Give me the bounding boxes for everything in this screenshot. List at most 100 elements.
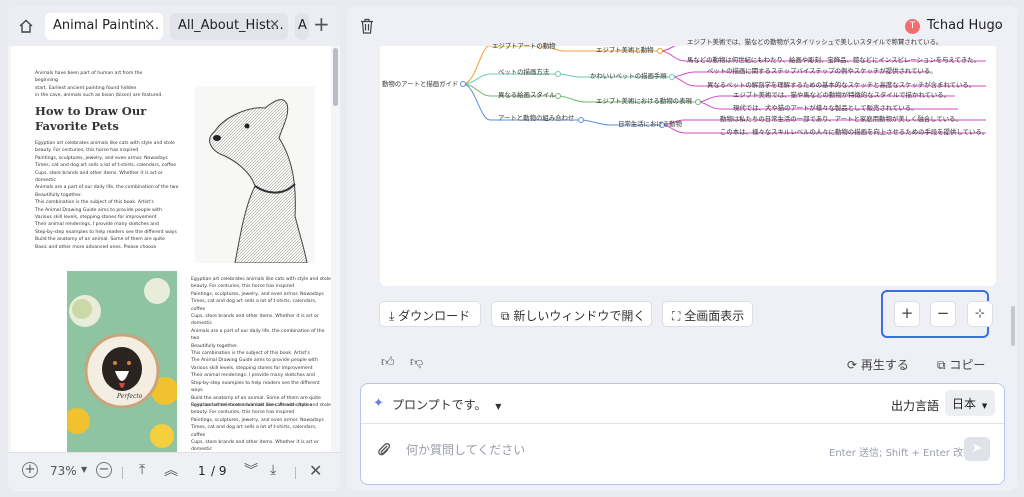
trash-icon[interactable]	[360, 18, 374, 34]
mind-map-leaf: 動物は私たちの日常生活の一部であり、アートと家庭用動物が美しく融合している。	[720, 115, 962, 123]
home-icon[interactable]	[18, 18, 34, 34]
tab-overflow[interactable]: A	[295, 13, 309, 40]
text-line: Basic and other more advanced ones. Plea…	[35, 244, 157, 250]
text-line: Various skill levels, stepping stones fo…	[35, 215, 157, 221]
tab-label: All_About_Hist…	[178, 18, 284, 33]
text-line: beauty. For centuries, this horse has in…	[191, 284, 295, 290]
text-line: Cups, store brands and other items. Whet…	[191, 314, 319, 327]
pdf-viewer-pane: Animal Paintin… × All_About_Hist… × A + …	[8, 6, 340, 491]
text-line: Paintings, sculptures, jewelry, and even…	[191, 417, 324, 423]
page-total: / 9	[211, 464, 227, 478]
zoom-out-button[interactable]: −	[930, 301, 956, 327]
text-line: beauty. For centuries, this horse has in…	[35, 148, 139, 154]
text-line: This combination is the subject of this …	[191, 351, 310, 357]
embroidery-text: Perfecto	[117, 393, 143, 400]
dog-sketch-image	[195, 86, 315, 263]
prompt-label: プロンプトです。	[392, 398, 487, 412]
caret-down-icon: ▼	[981, 402, 988, 410]
tab-bar: Animal Paintin… × All_About_Hist… × A +	[8, 6, 340, 46]
mind-map-node: アートと動物の組み合わせ	[498, 114, 575, 122]
open-new-window-button[interactable]: ⧉ 新しいウィンドウで開く	[491, 301, 652, 327]
thumbs-down-icon[interactable]: 👎︎	[410, 355, 423, 370]
mind-map-leaf: ペットの描画に関するステップバイステップの例やスケッチが提供されている。	[707, 67, 937, 75]
fit-view-icon[interactable]: ⊹	[967, 301, 993, 327]
mind-map-node: エジプトアートの動物	[492, 42, 556, 50]
text-line: The Animal Drawing Guide aims to provide…	[35, 207, 162, 213]
fullscreen-button[interactable]: ⛶ 全画面表示	[662, 301, 753, 327]
mind-map-node: 異なる絵画スタイル	[498, 91, 556, 99]
input-divider	[361, 423, 1004, 424]
tab-all-about-history[interactable]: All_About_Hist… ×	[170, 13, 288, 40]
mind-map-node: ペットの描画方法	[498, 68, 550, 76]
text-line: Animals are a part of our daily life, th…	[35, 185, 179, 191]
language-select[interactable]: 日本 ▼	[945, 390, 995, 416]
mind-map-leaf: 現代では、犬や猫のアートが様々な製品として販売されている。	[733, 104, 918, 112]
prompt-selector[interactable]: プロンプトです。 ▼	[392, 396, 501, 413]
download-icon: ⤓	[389, 309, 395, 323]
next-page-icon[interactable]: ︾	[244, 460, 258, 480]
body-paragraph: Egyptian art celebrates animals like cat…	[35, 140, 185, 251]
text-line: The Animal Drawing Guide aims to provide…	[191, 358, 318, 364]
add-tab-button[interactable]: +	[313, 12, 330, 36]
mind-map-leaf: 異なるペットの解剖学を理解するための基本的なスケッチと高度なスケッチが含まれてい…	[707, 81, 976, 89]
output-language-label: 出力言語	[891, 399, 940, 413]
external-link-icon: ⧉	[501, 309, 510, 323]
chevron-down-icon[interactable]: ▼	[81, 465, 87, 474]
zoom-in-icon[interactable]: +	[22, 462, 38, 478]
text-line: Paintings, sculptures, jewelry, and even…	[191, 291, 324, 297]
regenerate-label: 再生する	[860, 358, 909, 372]
mind-map-leaf: この本は、様々なスキルレベルの人々に動物の描画を向上させるための手段を提供してい…	[720, 128, 989, 136]
text-line: beauty. For centuries, this horse has in…	[191, 410, 295, 416]
download-button[interactable]: ⤓ ダウンロード	[379, 301, 481, 327]
text-line: Beautifully together.	[35, 192, 82, 198]
copy-icon: ⧉	[937, 358, 946, 372]
close-icon[interactable]: ×	[144, 17, 155, 32]
avatar: T	[905, 19, 920, 34]
zoom-out-icon[interactable]: −	[96, 462, 112, 478]
mind-map-node: エジプト美術における動物の表現	[596, 97, 692, 105]
sparkle-icon: ✦	[373, 396, 384, 411]
body-paragraph: Egyptian art celebrates animals like cat…	[191, 402, 331, 454]
embroidery-dog-image: Perfecto	[67, 271, 177, 454]
attachment-icon[interactable]	[377, 441, 391, 461]
thumbs-up-icon[interactable]: 👍︎	[381, 355, 395, 370]
map-zoom-controls: + − ⊹	[881, 290, 993, 338]
tab-animal-painting[interactable]: Animal Paintin… ×	[45, 13, 163, 40]
regenerate-button[interactable]: ⟳ 再生する	[847, 356, 909, 373]
question-input[interactable]: 何か質問してください	[406, 441, 525, 458]
close-icon[interactable]: ✕	[309, 461, 322, 480]
send-button[interactable]: ➤	[964, 437, 990, 461]
mind-map-leaf: 馬などの動物は何世紀にもわたり、絵画や彫刻、宝飾品、鎧などにインスピレーションを…	[687, 56, 980, 64]
text-line: Times, cat and dog art sells a lot of t-…	[191, 425, 317, 438]
zoom-in-button[interactable]: +	[894, 301, 920, 327]
open-new-window-label: 新しいウィンドウで開く	[513, 309, 646, 323]
chevron-down-icon[interactable]: ⌄	[996, 21, 1004, 31]
pdf-scrollbar[interactable]	[333, 48, 338, 106]
refresh-icon: ⟳	[847, 358, 858, 372]
text-line: Egyptian art celebrates animals like cat…	[191, 403, 331, 408]
previous-page-icon[interactable]: ︽	[164, 460, 178, 480]
text-line: Build the anatomy of an animal. Some of …	[191, 395, 321, 401]
text-line: Their animal renderings. I provide many …	[35, 222, 159, 228]
text-line: Their animal renderings. I provide many …	[191, 373, 315, 379]
zoom-level[interactable]: 73%	[50, 464, 77, 478]
text-line: Step-by-step examples to help readers se…	[191, 380, 320, 394]
close-icon[interactable]: ×	[269, 17, 280, 32]
first-page-icon[interactable]: ⤒	[139, 462, 145, 478]
mind-map-node: かわいいペットの描画手順	[590, 72, 667, 80]
mind-map-node: 日常生活における動物	[618, 120, 682, 128]
text-line: Various skill levels, stepping stones fo…	[191, 365, 313, 371]
text-line: Times, cat and dog art sells a lot of t-…	[35, 163, 176, 169]
copy-button[interactable]: ⧉ コピー	[937, 356, 985, 373]
page-number-input[interactable]: 1	[198, 464, 206, 478]
prompt-area: ✦ プロンプトです。 ▼ 出力言語 日本 ▼ 何か質問してください Enter …	[360, 383, 1005, 485]
text-line: Egyptian art celebrates animals like cat…	[191, 277, 331, 282]
last-page-icon[interactable]: ⤓	[270, 462, 276, 478]
mind-map-node: エジプト美術と動物	[596, 46, 654, 54]
text-line: Build the anatomy of an animal. Some of …	[35, 237, 165, 243]
mind-map-leaf: エジプト美術では、猫や馬などの動物が特徴的なスタイルで描かれている。	[733, 91, 951, 99]
chat-scrollbar[interactable]	[1011, 306, 1015, 346]
language-value: 日本	[952, 397, 977, 411]
user-name[interactable]: Tchad Hugo	[927, 18, 1003, 33]
fullscreen-icon: ⛶	[672, 309, 681, 323]
